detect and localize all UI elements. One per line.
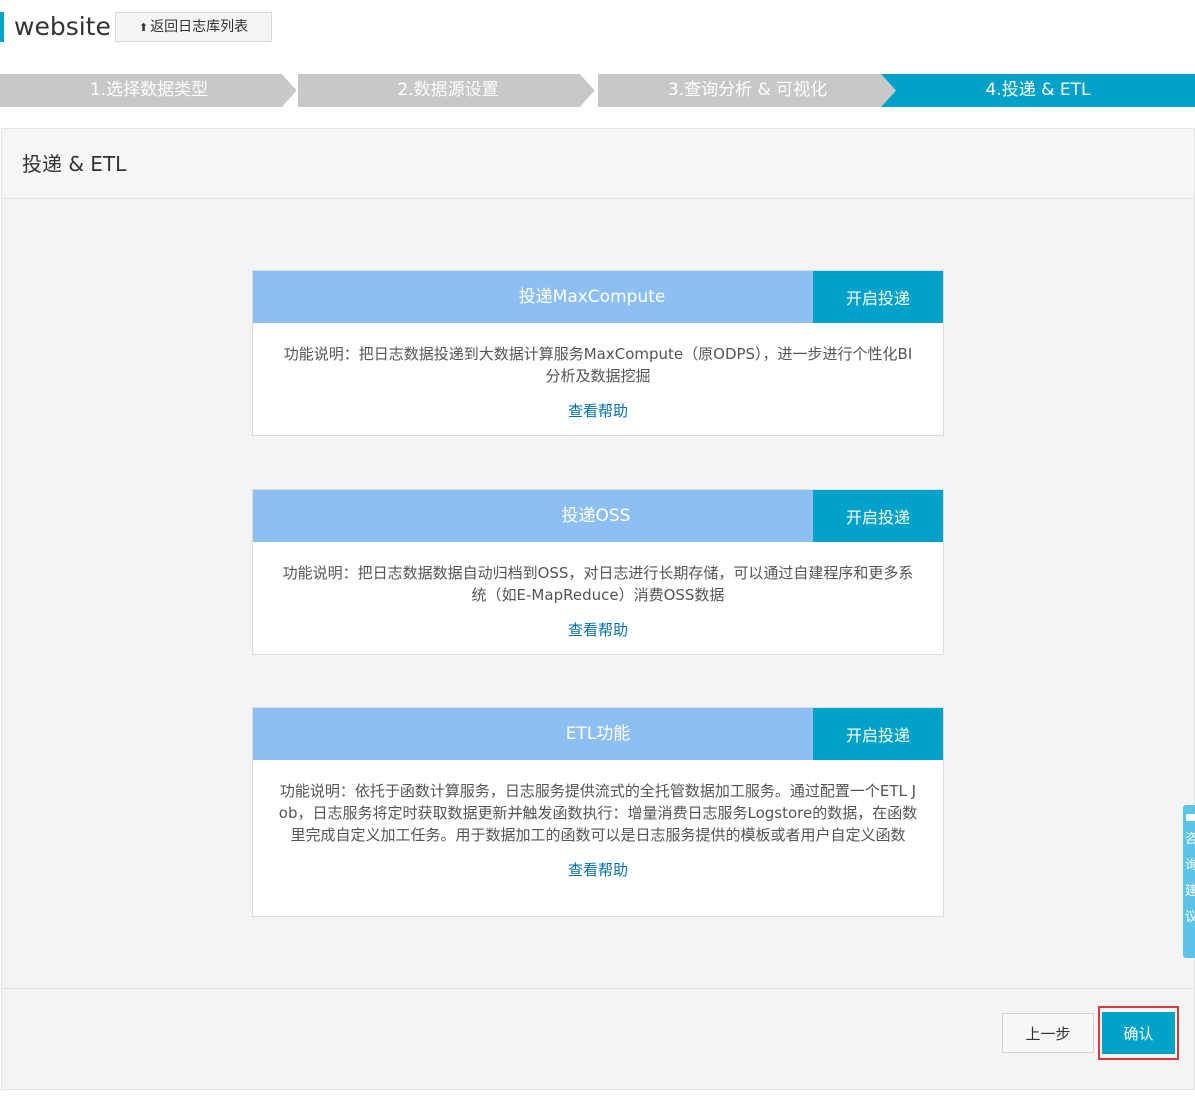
wizard-stepper: 1.选择数据类型 2.数据源设置 3.查询分析 & 可视化 4.投递 & ETL [0, 74, 1195, 107]
panel-title: 投递 & ETL [2, 129, 1194, 199]
enable-oss-delivery-button[interactable]: 开启投递 [813, 490, 943, 542]
title-accent-bar [0, 12, 4, 42]
enable-maxcompute-delivery-button[interactable]: 开启投递 [813, 271, 943, 323]
chat-icon [1186, 814, 1195, 821]
feedback-tab-label: 咨询建议 [1185, 832, 1195, 925]
confirm-button[interactable]: 确认 [1102, 1012, 1175, 1054]
maxcompute-help-link[interactable]: 查看帮助 [253, 400, 943, 421]
enable-etl-button[interactable]: 开启投递 [813, 708, 943, 760]
card-header: 投递MaxCompute 开启投递 [253, 271, 943, 323]
card-description: 功能说明：依托于函数计算服务，日志服务提供流式的全托管数据加工服务。通过配置一个… [278, 782, 918, 844]
card-description: 功能说明：把日志数据数据自动归档到OSS，对日志进行长期存储，可以通过自建程序和… [282, 564, 914, 604]
step-2: 2.数据源设置 [298, 74, 598, 107]
step-3-label: 3.查询分析 & 可视化 [667, 80, 828, 100]
arrow-up-icon: ⬆ [138, 21, 149, 34]
step-4-label: 4.投递 & ETL [985, 80, 1091, 100]
back-to-logstore-list-button[interactable]: ⬆ 返回日志库列表 [115, 12, 272, 42]
card-header: 投递OSS 开启投递 [253, 490, 943, 542]
step-3: 3.查询分析 & 可视化 [598, 74, 897, 107]
back-button-label: 返回日志库列表 [150, 19, 249, 35]
etl-help-link[interactable]: 查看帮助 [253, 859, 943, 880]
step-1: 1.选择数据类型 [0, 74, 298, 107]
card-etl: ETL功能 开启投递 功能说明：依托于函数计算服务，日志服务提供流式的全托管数据… [252, 707, 944, 917]
card-description: 功能说明：把日志数据投递到大数据计算服务MaxCompute（原ODPS），进一… [283, 345, 913, 385]
previous-step-button[interactable]: 上一步 [1002, 1013, 1094, 1053]
step-1-label: 1.选择数据类型 [89, 80, 209, 100]
oss-help-link[interactable]: 查看帮助 [253, 619, 943, 640]
feedback-float-tab[interactable]: 咨询建议 [1183, 805, 1195, 958]
step-2-label: 2.数据源设置 [397, 80, 499, 100]
step-4-active: 4.投递 & ETL [881, 74, 1195, 107]
card-maxcompute: 投递MaxCompute 开启投递 功能说明：把日志数据投递到大数据计算服务Ma… [252, 270, 944, 436]
page-title: website [14, 12, 111, 41]
card-header: ETL功能 开启投递 [253, 708, 943, 760]
card-oss: 投递OSS 开启投递 功能说明：把日志数据数据自动归档到OSS，对日志进行长期存… [252, 489, 944, 655]
